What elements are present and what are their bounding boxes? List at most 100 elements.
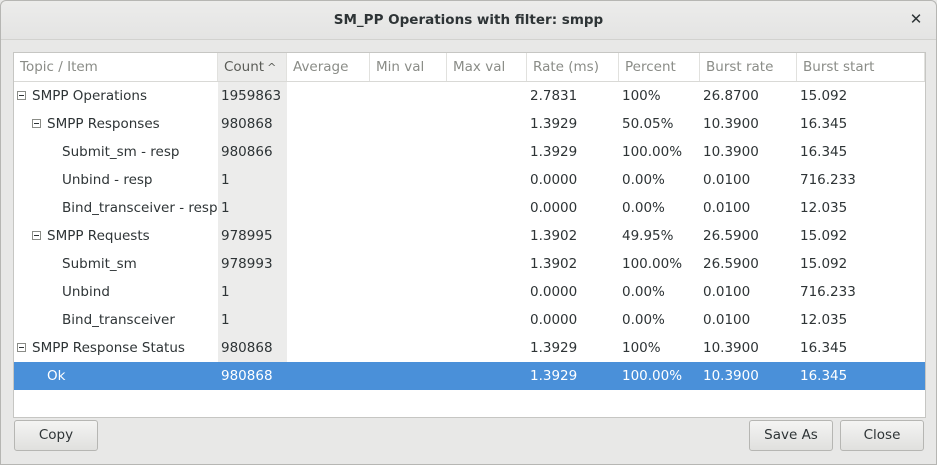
row-rate: 2.7831	[530, 88, 578, 104]
row-percent: 0.00%	[622, 284, 665, 300]
close-button[interactable]: Close	[840, 420, 924, 451]
row-min	[373, 82, 447, 110]
row-rate: 0.0000	[530, 312, 578, 328]
row-average	[290, 278, 370, 306]
stats-tree-view[interactable]: Topic / Item Count ^ Average Min val Max val R…	[13, 52, 926, 418]
row-average	[290, 362, 370, 390]
row-average	[290, 250, 370, 278]
column-header-count[interactable]: Count ^	[218, 53, 287, 81]
row-min	[373, 306, 447, 334]
tree-row[interactable]: Ok 980868 1.3929 100.00% 10.3900 16.345	[14, 362, 925, 390]
collapse-tree-icon[interactable]	[17, 91, 26, 100]
collapse-tree-icon[interactable]	[32, 231, 41, 240]
tree-row[interactable]: Submit_sm - resp 980866 1.3929 100.00% 10.39…	[14, 138, 925, 166]
column-header-burst_rate[interactable]: Burst rate	[700, 53, 797, 81]
column-header-label: Percent	[625, 59, 676, 75]
row-burst-start: 16.345	[800, 116, 848, 132]
row-topic: Ok	[47, 368, 66, 384]
copy-button[interactable]: Copy	[14, 420, 98, 451]
row-average	[290, 110, 370, 138]
tree-row[interactable]: SMPP Responses 980868 1.3929 50.05% 10.3900 1…	[14, 110, 925, 138]
row-burst-rate: 26.8700	[703, 88, 759, 104]
row-burst-rate: 0.0100	[703, 172, 751, 188]
row-rate: 0.0000	[530, 172, 578, 188]
save-as-button[interactable]: Save As	[749, 420, 833, 451]
row-rate: 0.0000	[530, 200, 578, 216]
column-header-max[interactable]: Max val	[447, 53, 527, 81]
row-count: 1959863	[221, 88, 282, 104]
column-header-label: Topic / Item	[20, 59, 98, 75]
row-rate: 1.3902	[530, 228, 578, 244]
collapse-tree-icon[interactable]	[32, 119, 41, 128]
dialog-window: SM_PP Operations with filter: smpp ✕ Top…	[0, 0, 937, 465]
tree-row[interactable]: SMPP Operations 1959863 2.7831 100% 26.8700 1…	[14, 82, 925, 110]
tree-row[interactable]: SMPP Response Status 980868 1.3929 100% 10.3…	[14, 334, 925, 362]
tree-row[interactable]: Unbind - resp 1 0.0000 0.00% 0.0100 716.233	[14, 166, 925, 194]
row-burst-start: 716.233	[800, 284, 856, 300]
row-average	[290, 82, 370, 110]
tree-row[interactable]: Bind_transceiver - resp 1 0.0000 0.00% 0.010…	[14, 194, 925, 222]
column-header-topic[interactable]: Topic / Item	[14, 53, 218, 81]
row-min	[373, 222, 447, 250]
row-count: 978993	[221, 256, 273, 272]
row-percent: 100.00%	[622, 368, 683, 384]
row-topic: SMPP Response Status	[32, 340, 185, 356]
column-header-row: Topic / Item Count ^ Average Min val Max val R…	[14, 53, 925, 82]
column-header-label: Count	[224, 59, 265, 75]
row-count: 1	[221, 200, 230, 216]
row-count: 980868	[221, 340, 273, 356]
row-min	[373, 334, 447, 362]
row-percent: 100%	[622, 340, 661, 356]
column-header-label: Rate (ms)	[533, 59, 599, 75]
row-max	[450, 362, 527, 390]
row-count: 980868	[221, 368, 273, 384]
row-average	[290, 166, 370, 194]
row-burst-rate: 0.0100	[703, 312, 751, 328]
window-title: SM_PP Operations with filter: smpp	[333, 12, 604, 28]
column-header-burst_start[interactable]: Burst start	[797, 53, 925, 81]
column-header-average[interactable]: Average	[287, 53, 370, 81]
close-icon[interactable]: ✕	[908, 10, 924, 28]
row-count: 980866	[221, 144, 273, 160]
tree-row[interactable]: Submit_sm 978993 1.3902 100.00% 26.5900 15.09…	[14, 250, 925, 278]
row-burst-start: 16.345	[800, 144, 848, 160]
row-topic: SMPP Responses	[47, 116, 160, 132]
tree-row[interactable]: SMPP Requests 978995 1.3902 49.95% 26.5900 15…	[14, 222, 925, 250]
row-count: 978995	[221, 228, 273, 244]
column-header-label: Burst rate	[706, 59, 774, 75]
row-burst-start: 12.035	[800, 200, 848, 216]
row-burst-start: 15.092	[800, 88, 848, 104]
row-percent: 0.00%	[622, 172, 665, 188]
row-burst-rate: 0.0100	[703, 284, 751, 300]
row-percent: 0.00%	[622, 312, 665, 328]
row-rate: 1.3902	[530, 256, 578, 272]
row-burst-start: 16.345	[800, 368, 848, 384]
row-burst-start: 716.233	[800, 172, 856, 188]
row-topic: SMPP Operations	[32, 88, 148, 104]
column-header-rate[interactable]: Rate (ms)	[527, 53, 619, 81]
row-min	[373, 278, 447, 306]
row-burst-rate: 10.3900	[703, 368, 759, 384]
row-count: 1	[221, 172, 230, 188]
row-percent: 100%	[622, 88, 661, 104]
row-percent: 0.00%	[622, 200, 665, 216]
column-header-min[interactable]: Min val	[370, 53, 447, 81]
row-max	[450, 306, 527, 334]
row-percent: 100.00%	[622, 144, 683, 160]
column-header-label: Average	[293, 59, 349, 75]
row-burst-start: 12.035	[800, 312, 848, 328]
row-min	[373, 194, 447, 222]
collapse-tree-icon[interactable]	[17, 343, 26, 352]
sort-ascending-icon: ^	[267, 61, 277, 74]
column-header-percent[interactable]: Percent	[619, 53, 700, 81]
tree-row[interactable]: Bind_transceiver 1 0.0000 0.00% 0.0100 12.035	[14, 306, 925, 334]
row-topic: Submit_sm	[62, 256, 137, 272]
tree-row[interactable]: Unbind 1 0.0000 0.00% 0.0100 716.233	[14, 278, 925, 306]
row-max	[450, 278, 527, 306]
row-burst-rate: 0.0100	[703, 200, 751, 216]
row-count: 1	[221, 312, 230, 328]
row-average	[290, 334, 370, 362]
row-average	[290, 138, 370, 166]
row-rate: 1.3929	[530, 116, 578, 132]
row-average	[290, 222, 370, 250]
